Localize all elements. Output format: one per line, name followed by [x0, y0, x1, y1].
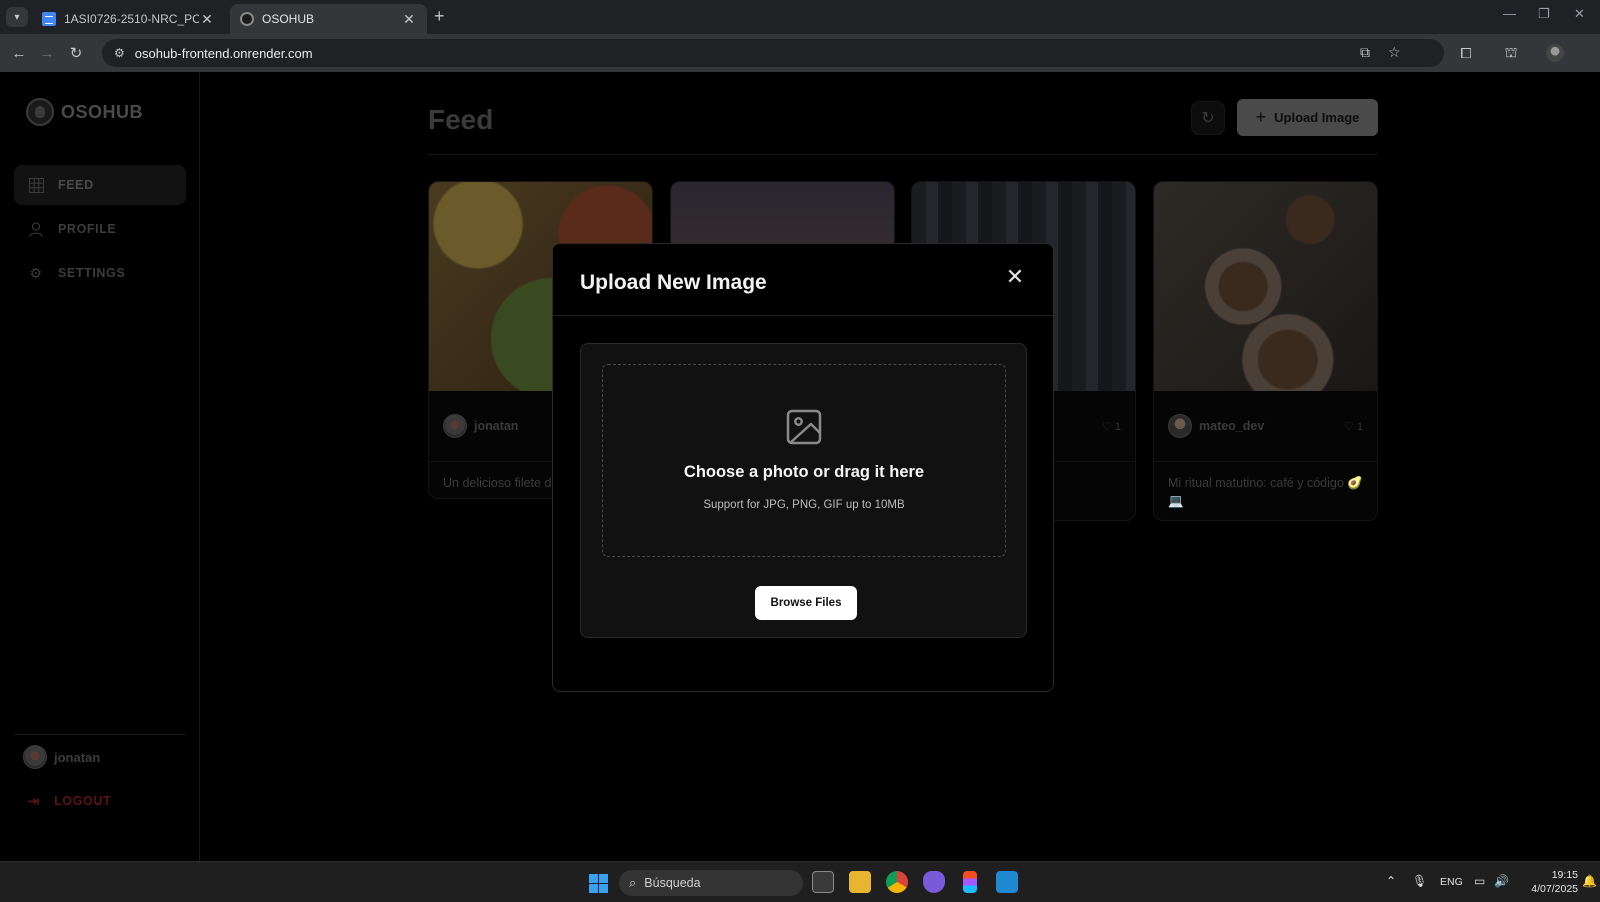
tab-label: OSOHUB — [262, 12, 315, 26]
sidebar-username: jonatan — [54, 749, 101, 765]
taskbar-search[interactable]: ⌕ Búsqueda — [619, 870, 803, 896]
new-tab-button[interactable]: + — [434, 6, 445, 27]
osohub-favicon — [240, 12, 254, 26]
restore-icon[interactable]: ❐ — [1538, 6, 1550, 22]
post-author[interactable]: mateo_dev — [1168, 414, 1264, 438]
sidebar-item-label: SETTINGS — [58, 266, 126, 280]
upload-image-label: Upload Image — [1274, 110, 1360, 125]
drop-subtext: Support for JPG, PNG, GIF up to 10MB — [703, 499, 905, 511]
taskbar-clock[interactable]: 19:15 4/07/2025 — [1520, 868, 1578, 896]
browser-tab-osohub[interactable]: OSOHUB ✕ — [230, 4, 427, 34]
user-icon — [28, 221, 44, 237]
feed-divider — [428, 154, 1378, 155]
upload-modal: Upload New Image ✕ Choose a photo or dra… — [552, 243, 1054, 692]
tray-chevron-icon[interactable]: ⌃ — [1386, 874, 1396, 888]
sidebar-item-label: FEED — [58, 178, 94, 192]
like-button[interactable]: ♡ 1 — [1102, 420, 1121, 433]
post-username: mateo_dev — [1199, 419, 1265, 433]
sidebar-user[interactable]: jonatan — [23, 745, 100, 769]
snipping-tool-icon[interactable] — [812, 871, 834, 893]
minimize-icon[interactable]: — — [1503, 6, 1516, 21]
brand-name: OSOHUB — [61, 101, 144, 122]
bookmark-star-icon[interactable]: ☆ — [1388, 44, 1401, 61]
volume-icon[interactable]: 🔊 — [1494, 874, 1509, 888]
refresh-icon: ↻ — [1201, 110, 1215, 127]
sidebar-item-label: PROFILE — [58, 222, 117, 236]
url-text: osohub-frontend.onrender.com — [134, 45, 313, 61]
gear-icon: ⚙ — [29, 264, 43, 281]
brand-logo[interactable]: OSOHUB — [26, 98, 143, 126]
plus-icon: + — [1255, 107, 1267, 127]
incognito-icon[interactable]: ⛫ — [1501, 43, 1521, 63]
like-button[interactable]: ♡ 1 — [1344, 420, 1363, 433]
sidebar-item-profile[interactable]: PROFILE — [14, 209, 186, 249]
close-tab-icon[interactable]: ✕ — [401, 11, 417, 28]
translate-icon[interactable]: ⧉ — [1360, 44, 1370, 61]
chrome-icon[interactable] — [886, 871, 908, 893]
osohub-app: OSOHUB FEED PROFILE ⚙ SETTINGS jonatan ⇥… — [0, 72, 1600, 861]
modal-title: Upload New Image — [580, 271, 767, 294]
close-tab-icon[interactable]: ✕ — [199, 11, 215, 28]
address-bar[interactable]: ⚙ osohub-frontend.onrender.com ⧉ ☆ — [102, 39, 1444, 67]
forward-icon[interactable]: → — [37, 43, 57, 63]
sidebar-item-settings[interactable]: ⚙ SETTINGS — [14, 253, 186, 293]
clock-date: 4/07/2025 — [1531, 883, 1578, 895]
post-author[interactable]: jonatan — [443, 414, 518, 438]
modal-divider — [553, 315, 1053, 316]
close-icon[interactable]: ✕ — [1002, 264, 1028, 290]
search-icon: ⌕ — [629, 875, 637, 890]
extensions-icon[interactable]: ⧠ — [1456, 43, 1476, 63]
logout-button[interactable]: ⇥ LOGOUT — [27, 792, 111, 810]
image-icon — [786, 409, 822, 445]
avatar — [23, 745, 47, 769]
upload-panel: Choose a photo or drag it here Support f… — [580, 343, 1027, 638]
refresh-button[interactable]: ↻ — [1191, 101, 1225, 135]
sidebar-item-feed[interactable]: FEED — [14, 165, 186, 205]
logout-icon: ⇥ — [27, 793, 41, 810]
drop-zone[interactable]: Choose a photo or drag it here Support f… — [602, 364, 1006, 557]
close-window-icon[interactable]: ✕ — [1574, 6, 1585, 22]
taskbar-search-label: Búsqueda — [644, 876, 701, 890]
network-icon[interactable]: ▭ — [1474, 874, 1485, 888]
back-icon[interactable]: ← — [9, 43, 29, 63]
notifications-icon[interactable]: 🔔 — [1582, 874, 1597, 888]
profile-avatar[interactable] — [1546, 44, 1564, 62]
browser-tab-docs[interactable]: 1ASI0726-2510-NRC_PC4_Infor ✕ — [32, 4, 225, 34]
site-info-icon[interactable]: ⚙ — [114, 46, 125, 60]
browse-files-button[interactable]: Browse Files — [755, 586, 857, 620]
figma-icon[interactable] — [963, 871, 977, 893]
bear-logo-icon — [26, 98, 54, 126]
page-title: Feed — [428, 104, 494, 135]
post-meta: mateo_dev ♡ 1 — [1154, 391, 1377, 462]
grid-icon — [28, 177, 44, 193]
drop-heading: Choose a photo or drag it here — [683, 463, 925, 481]
logout-label: LOGOUT — [54, 794, 112, 808]
file-explorer-icon[interactable] — [849, 871, 871, 893]
avatar — [1168, 414, 1192, 438]
windows-start-icon[interactable] — [589, 874, 608, 893]
obsidian-icon[interactable] — [923, 871, 945, 893]
like-count: 1 — [1114, 420, 1121, 433]
like-count: 1 — [1356, 420, 1363, 433]
vscode-icon[interactable] — [996, 871, 1018, 893]
browser-toolbar: ← → ↻ ⚙ osohub-frontend.onrender.com ⧉ ☆… — [0, 34, 1600, 72]
sidebar-divider — [14, 734, 186, 735]
post-card[interactable]: mateo_dev ♡ 1 Mi ritual matutino: café y… — [1153, 181, 1378, 521]
post-caption: Mi ritual matutino: café y código 🥑 💻 — [1168, 476, 1363, 508]
post-username: jonatan — [474, 419, 519, 433]
browser-tab-strip: ▾ 1ASI0726-2510-NRC_PC4_Infor ✕ OSOHUB ✕… — [0, 0, 1600, 34]
taskbar: ⌕ Búsqueda ⌃ 🎙 ENG ▭ 🔊 19:15 4/07/2025 🔔 — [0, 861, 1600, 902]
reload-icon[interactable]: ↻ — [66, 43, 86, 63]
clock-time: 19:15 — [1551, 869, 1578, 881]
docs-icon — [42, 12, 56, 26]
sidebar: OSOHUB FEED PROFILE ⚙ SETTINGS jonatan ⇥… — [0, 72, 200, 861]
upload-image-button[interactable]: + Upload Image — [1237, 99, 1378, 136]
post-image-latte-art[interactable] — [1154, 182, 1377, 391]
tab-search-button[interactable]: ▾ — [6, 7, 28, 27]
avatar — [443, 414, 467, 438]
tab-label: 1ASI0726-2510-NRC_PC4_Infor — [64, 12, 199, 26]
language-indicator[interactable]: ENG — [1440, 876, 1463, 888]
microphone-icon[interactable]: 🎙 — [1412, 874, 1427, 888]
